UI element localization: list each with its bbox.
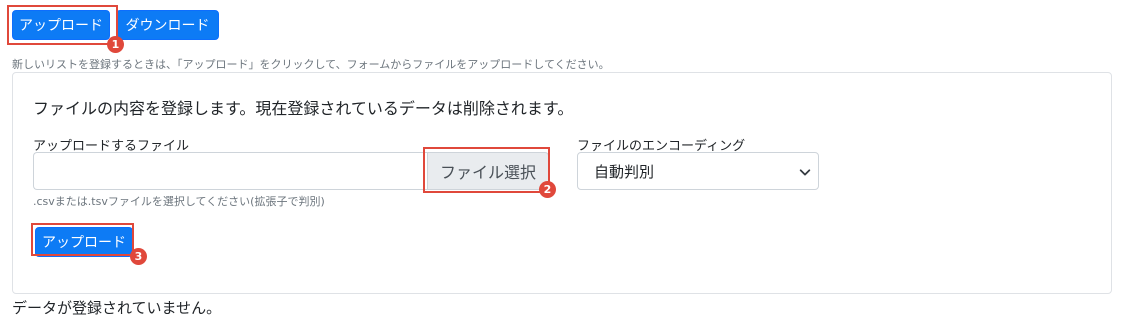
instructions-text: 新しいリストを登録するときは、「アップロード」をクリックして、フォームからファイ… (12, 58, 610, 71)
upload-panel: ファイルの内容を登録します。現在登録されているデータは削除されます。 アップロー… (12, 72, 1112, 294)
download-button[interactable]: ダウンロード (116, 10, 219, 40)
step-marker-2: 2 (539, 181, 556, 198)
step-marker-1: 1 (107, 36, 124, 53)
file-input[interactable] (33, 152, 429, 190)
panel-title: ファイルの内容を登録します。現在登録されているデータは削除されます。 (33, 99, 574, 118)
chevron-down-icon (799, 169, 811, 176)
encoding-select[interactable]: 自動判別 (577, 152, 819, 190)
no-data-message: データが登録されていません。 (12, 299, 222, 317)
callout-file-select (423, 147, 550, 193)
encoding-selected-value: 自動判別 (594, 162, 655, 181)
step-marker-3: 3 (130, 248, 147, 265)
file-hint: .csvまたは.tsvファイルを選択してください(拡張子で判別) (33, 195, 325, 208)
callout-upload-button (7, 5, 118, 45)
callout-submit-upload (31, 223, 134, 256)
